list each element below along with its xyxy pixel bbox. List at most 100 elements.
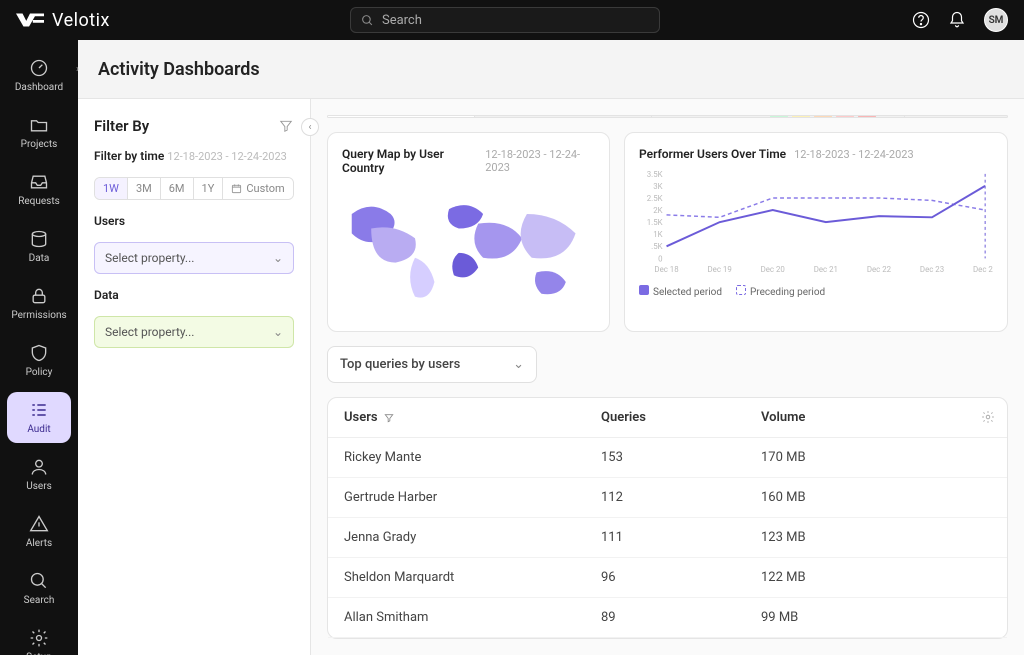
svg-text:Dec 21: Dec 21 bbox=[814, 265, 838, 274]
time-btn-custom[interactable]: Custom bbox=[223, 178, 292, 199]
sidebar-item-policy[interactable]: Policy bbox=[7, 335, 71, 386]
sidebar-item-label: Search bbox=[24, 595, 55, 606]
sidebar-item-label: Data bbox=[29, 253, 50, 264]
table-row[interactable]: Allan Smitham8999 MB bbox=[328, 598, 1007, 638]
cell-volume: 160 MB bbox=[761, 490, 991, 505]
alert-icon bbox=[29, 514, 49, 534]
class-badge: 3 bbox=[814, 115, 832, 118]
search-icon bbox=[361, 14, 374, 27]
col-volume[interactable]: Volume bbox=[761, 410, 991, 425]
top-queries-table: Users Queries Volume Rickey Mante153170 … bbox=[327, 397, 1008, 639]
svg-text:.5K: .5K bbox=[651, 242, 662, 251]
perf-card-title: Performer Users Over Time bbox=[639, 147, 786, 161]
search-icon bbox=[29, 571, 49, 591]
sidebar-item-dashboard[interactable]: Dashboard › bbox=[7, 50, 71, 101]
tab-raw-data[interactable]: Raw data bbox=[905, 116, 1007, 118]
funnel-icon[interactable] bbox=[278, 118, 294, 134]
gear-icon[interactable] bbox=[981, 410, 995, 428]
svg-text:Dec 20: Dec 20 bbox=[761, 265, 785, 274]
col-users[interactable]: Users bbox=[344, 410, 601, 425]
filter-time-range: 12-18-2023 - 12-24-2023 bbox=[167, 150, 287, 163]
sidebar-item-label: Permissions bbox=[11, 310, 66, 321]
chevron-down-icon: ⌄ bbox=[273, 251, 283, 265]
time-btn-1w[interactable]: 1W bbox=[95, 178, 128, 199]
perf-card-date: 12-18-2023 - 12-24-2023 bbox=[794, 148, 914, 161]
gauge-icon bbox=[29, 58, 49, 78]
inbox-icon bbox=[29, 172, 49, 192]
cell-volume: 122 MB bbox=[761, 570, 991, 585]
class-badge: 2 bbox=[792, 115, 810, 118]
data-select[interactable]: Select property... ⌄ bbox=[94, 316, 294, 348]
shield-icon bbox=[29, 343, 49, 363]
table-row[interactable]: Rickey Mante153170 MB bbox=[328, 438, 1007, 478]
query-map-card: Query Map by User Country 12-18-2023 - 1… bbox=[327, 132, 610, 332]
cell-user: Sheldon Marquardt bbox=[344, 570, 601, 585]
legend-selected: Selected period bbox=[653, 287, 722, 298]
svg-text:Dec 24: Dec 24 bbox=[973, 265, 993, 274]
top-queries-select[interactable]: Top queries by users ⌄ bbox=[327, 346, 537, 383]
svg-text:3.5K: 3.5K bbox=[647, 170, 663, 179]
class-badge: 4 bbox=[836, 115, 854, 118]
world-map-icon bbox=[342, 183, 595, 313]
page-title: Activity Dashboards bbox=[78, 40, 1024, 99]
tab-row: Users Databases Classification 12345 1.8… bbox=[327, 115, 1008, 118]
svg-text:3K: 3K bbox=[653, 182, 662, 191]
filter-heading: Filter By bbox=[94, 117, 149, 135]
class-badge: 1 bbox=[770, 115, 788, 118]
sidebar-item-setup[interactable]: Setup bbox=[7, 620, 71, 655]
tab-databases[interactable]: Databases bbox=[475, 116, 652, 118]
tab-classification[interactable]: Classification 12345 1.8K7002015332151 bbox=[652, 116, 905, 118]
svg-text:0: 0 bbox=[658, 254, 662, 263]
sidebar-item-alerts[interactable]: Alerts bbox=[7, 506, 71, 557]
cell-user: Gertrude Harber bbox=[344, 490, 601, 505]
performer-users-card: Performer Users Over Time 12-18-2023 - 1… bbox=[624, 132, 1008, 332]
svg-text:2K: 2K bbox=[653, 206, 662, 215]
svg-text:1K: 1K bbox=[653, 230, 662, 239]
filter-panel: Filter By ‹ Filter by time 12-18-2023 - … bbox=[78, 99, 311, 655]
tab-users[interactable]: Users bbox=[328, 116, 475, 118]
sidebar-item-users[interactable]: Users bbox=[7, 449, 71, 500]
users-select[interactable]: Select property... ⌄ bbox=[94, 242, 294, 274]
cell-queries: 153 bbox=[601, 450, 761, 465]
legend-preceding: Preceding period bbox=[750, 287, 825, 298]
line-chart: 3.5K3K2.5K2K1.5K1K.5K0Dec 18Dec 19Dec 20… bbox=[639, 167, 993, 277]
sidebar-item-permissions[interactable]: Permissions bbox=[7, 278, 71, 329]
chevron-right-icon: › bbox=[76, 64, 79, 75]
sidebar-item-data[interactable]: Data bbox=[7, 221, 71, 272]
cell-user: Allan Smitham bbox=[344, 610, 601, 625]
classification-badges: 12345 1.8K7002015332151 bbox=[770, 115, 886, 118]
svg-text:Dec 18: Dec 18 bbox=[654, 265, 678, 274]
avatar[interactable]: SM bbox=[984, 8, 1008, 32]
calendar-icon bbox=[231, 183, 242, 194]
map-card-date: 12-18-2023 - 12-24-2023 bbox=[485, 148, 595, 174]
database-icon bbox=[29, 229, 49, 249]
col-queries[interactable]: Queries bbox=[601, 410, 761, 425]
table-row[interactable]: Sheldon Marquardt96122 MB bbox=[328, 558, 1007, 598]
bell-icon[interactable] bbox=[948, 11, 966, 29]
collapse-panel-button[interactable]: ‹ bbox=[301, 118, 319, 136]
help-icon[interactable] bbox=[912, 11, 930, 29]
sidebar-item-audit[interactable]: Audit bbox=[7, 392, 71, 443]
time-btn-6m[interactable]: 6M bbox=[161, 178, 194, 199]
time-range-buttons: 1W 3M 6M 1Y Custom bbox=[94, 177, 294, 200]
svg-text:2.5K: 2.5K bbox=[647, 194, 663, 203]
lock-icon bbox=[29, 286, 49, 306]
audit-icon bbox=[29, 400, 49, 420]
filter-icon bbox=[384, 413, 394, 423]
sidebar-item-search[interactable]: Search bbox=[7, 563, 71, 614]
table-row[interactable]: Gertrude Harber112160 MB bbox=[328, 478, 1007, 518]
filter-data-label: Data bbox=[94, 288, 294, 302]
search-input[interactable]: Search bbox=[350, 7, 660, 33]
sidebar-item-requests[interactable]: Requests bbox=[7, 164, 71, 215]
filter-users-label: Users bbox=[94, 214, 294, 228]
time-btn-1y[interactable]: 1Y bbox=[194, 178, 224, 199]
user-icon bbox=[29, 457, 49, 477]
sidebar-item-projects[interactable]: Projects bbox=[7, 107, 71, 158]
map-card-title: Query Map by User Country bbox=[342, 147, 477, 175]
logo-mark-icon bbox=[16, 13, 44, 27]
time-btn-3m[interactable]: 3M bbox=[128, 178, 161, 199]
brand-name: Velotix bbox=[52, 10, 110, 31]
svg-text:Dec 23: Dec 23 bbox=[920, 265, 944, 274]
table-row[interactable]: Jenna Grady111123 MB bbox=[328, 518, 1007, 558]
cell-queries: 111 bbox=[601, 530, 761, 545]
